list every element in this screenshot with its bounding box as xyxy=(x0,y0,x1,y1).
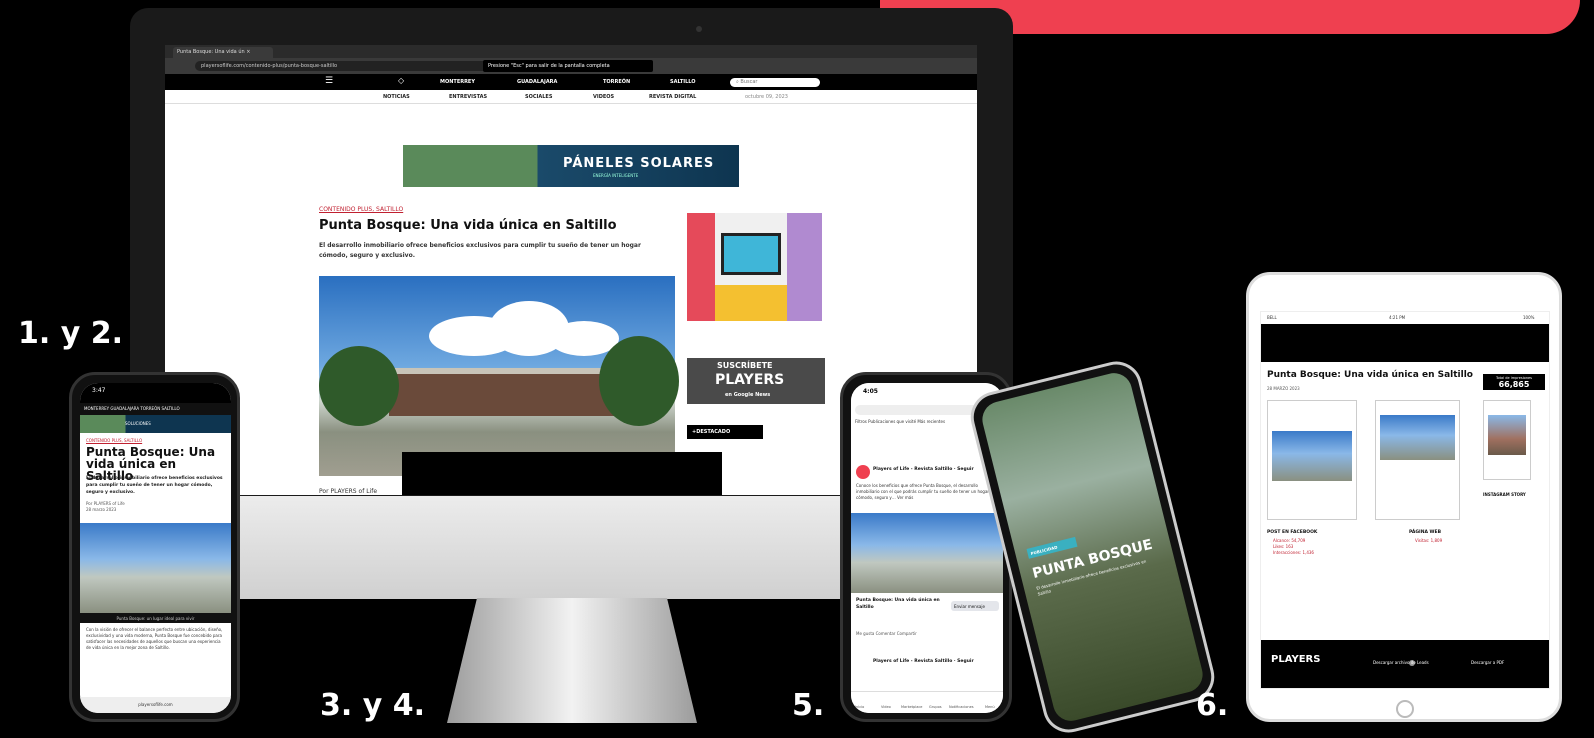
download-pdf-button[interactable]: Descargar a PDF xyxy=(1471,660,1504,665)
article-dek: El desarrollo inmobiliario ofrece benefi… xyxy=(319,242,641,259)
phone-ad[interactable]: SOLUCIONES xyxy=(80,415,231,433)
browser-tab[interactable]: Punta Bosque: Una vida ún × xyxy=(173,47,273,58)
web-page-card[interactable] xyxy=(1375,400,1460,520)
subnav-revista-digital[interactable]: REVISTA DIGITAL xyxy=(649,94,696,100)
fb-link-title[interactable]: Punta Bosque: Una vida única en Saltillo xyxy=(856,597,946,611)
side-ad-magazine[interactable] xyxy=(687,213,822,321)
search-input[interactable]: ⌕ Buscar xyxy=(730,78,820,87)
fb-page-name[interactable]: Players of Life - Revista Saltillo · Seg… xyxy=(873,467,974,472)
phone-dek: El desarrollo inmobiliario ofrece benefi… xyxy=(86,476,223,495)
tab-menu[interactable]: Menú xyxy=(985,705,995,709)
ig-label: INSTAGRAM STORY xyxy=(1483,492,1526,497)
subnav-videos[interactable]: VIDEOS xyxy=(593,94,614,100)
tab-video[interactable]: Video xyxy=(881,705,891,709)
subscribe-ad[interactable]: SUSCRÍBETE PLAYERS en Google News xyxy=(687,358,825,404)
phone-web-screen: 3:47 MONTERREY GUADALAJARA TORREÓN SALTI… xyxy=(80,383,231,713)
header-date: octubre 09, 2023 xyxy=(745,94,788,100)
tab-inicio[interactable]: Inicio xyxy=(855,705,864,709)
overlay-block xyxy=(402,452,722,495)
fb-stats-title: POST EN FACEBOOK xyxy=(1267,530,1318,535)
article-headline: Punta Bosque: Una vida única en Saltillo xyxy=(319,218,617,233)
fb-stats-list: Alcance: 54,709 Likes: 163 Interacciones… xyxy=(1273,538,1314,555)
phone-story-screen: PUBLICIDAD PUNTA BOSQUE El desarrollo in… xyxy=(978,369,1207,725)
tablet-screen: BELL 4:21 PM 100% Punta Bosque: Una vida… xyxy=(1260,311,1550,689)
tablet-report: BELL 4:21 PM 100% Punta Bosque: Una vida… xyxy=(1246,272,1562,722)
report-footer: PLAYERS Descargar archivo de Leads Desca… xyxy=(1261,640,1549,688)
subscribe-ad-line1: SUSCRÍBETE xyxy=(717,361,773,370)
browser-tabbar: Punta Bosque: Una vida ún × xyxy=(165,45,977,58)
fullscreen-hint: Presione "Esc" para salir de la pantalla… xyxy=(483,60,653,72)
tab-grupos[interactable]: Grupos xyxy=(929,705,942,709)
ad-subtitle: ENERGÍA INTELIGENTE xyxy=(593,173,639,178)
subscribe-ad-line2: PLAYERS xyxy=(715,372,785,388)
nav-saltillo[interactable]: SALTILLO xyxy=(670,79,696,85)
send-message-button[interactable]: Enviar mensaje xyxy=(951,601,999,611)
phone-body: Con la visión de ofrecer el balance perf… xyxy=(86,627,223,650)
site-nav: ☰ ◇ MONTERREY GUADALAJARA TORREÓN SALTIL… xyxy=(165,74,977,90)
tablet-status-bar: BELL 4:21 PM 100% xyxy=(1267,315,1535,320)
nav-monterrey[interactable]: MONTERREY xyxy=(440,79,475,85)
subnav-noticias[interactable]: NOTICIAS xyxy=(383,94,410,100)
tablet-header-bar xyxy=(1261,324,1549,362)
phone-url[interactable]: playersoflife.com xyxy=(80,697,231,713)
report-date: 28 MARZO 2023 xyxy=(1267,386,1300,391)
nav-torreon[interactable]: TORREÓN xyxy=(603,79,630,85)
step-label-2: 3. y 4. xyxy=(320,688,425,723)
report-title: Punta Bosque: Una vida única en Saltillo xyxy=(1267,370,1473,380)
fb-post-card[interactable] xyxy=(1267,400,1357,520)
web-stats-title: PÁGINA WEB xyxy=(1409,530,1442,535)
subnav-entrevistas[interactable]: ENTREVISTAS xyxy=(449,94,487,100)
phone-byline: Por PLAYERS of Life 28 marzo 2023 xyxy=(86,501,125,512)
monitor-stand xyxy=(447,598,697,723)
tab-notificaciones[interactable]: Notificaciones xyxy=(949,705,974,709)
step-label-3: 5. xyxy=(792,688,825,723)
phone-web: 3:47 MONTERREY GUADALAJARA TORREÓN SALTI… xyxy=(69,372,240,722)
solar-panel-ad[interactable]: PÁNELES SOLARES ENERGÍA INTELIGENTE xyxy=(403,145,739,187)
web-stats-list: Visitas: 1,809 xyxy=(1415,538,1443,543)
step-label-4: 6. xyxy=(1196,688,1229,723)
total-impressions: Total de impresiones 66,865 xyxy=(1483,374,1545,390)
phone-hero-image xyxy=(80,523,231,613)
menu-icon[interactable]: ☰ xyxy=(325,76,333,86)
fb-post-text: Conoce los beneficios que ofrece Punta B… xyxy=(856,483,990,500)
phone-nav[interactable]: MONTERREY GUADALAJARA TORREÓN SALTILLO xyxy=(80,403,231,415)
step-label-1: 1. y 2. xyxy=(18,316,123,351)
ig-story-card[interactable] xyxy=(1483,400,1531,480)
fb-post-image[interactable] xyxy=(851,513,1003,593)
tab-marketplace[interactable]: Marketplace xyxy=(901,705,922,709)
fb-reactions-bar[interactable]: Me gusta Comentar Compartir xyxy=(856,631,917,636)
article-hero-image xyxy=(319,276,679,476)
destacado-label: +DESTACADO xyxy=(687,425,763,439)
subscribe-ad-line3: en Google News xyxy=(725,392,771,398)
ad-title: PÁNELES SOLARES xyxy=(563,156,715,171)
nav-guadalajara[interactable]: GUADALAJARA xyxy=(517,79,557,85)
story-tag: PUBLICIDAD xyxy=(1026,536,1078,559)
phone-caption: Punta Bosque: un lugar ideal para vivir xyxy=(80,613,231,623)
diamond-logo-icon[interactable]: ◇ xyxy=(398,76,404,85)
phone-kicker[interactable]: CONTENIDO PLUS, SALTILLO xyxy=(86,438,142,443)
fb-page-name-2[interactable]: Players of Life - Revista Saltillo · Seg… xyxy=(873,659,974,664)
sub-nav: NOTICIAS ENTREVISTAS SOCIALES VIDEOS REV… xyxy=(165,90,977,104)
subnav-sociales[interactable]: SOCIALES xyxy=(525,94,552,100)
article-byline[interactable]: Por PLAYERS of Life xyxy=(319,488,377,495)
camera-icon xyxy=(696,26,702,32)
download-leads-button[interactable]: Descargar archivo de Leads xyxy=(1373,660,1429,665)
players-logo: PLAYERS xyxy=(1271,654,1321,665)
phone-status-bar: 3:47 xyxy=(80,383,231,403)
tablet-home-button[interactable] xyxy=(1396,700,1414,718)
fb-filter-chips[interactable]: Filtros Publicaciones que visité Más rec… xyxy=(855,419,945,424)
page-avatar[interactable] xyxy=(856,465,870,479)
article-kicker[interactable]: CONTENIDO PLUS, SALTILLO xyxy=(319,206,403,213)
fb-bottom-tabs: Inicio Video Marketplace Grupos Notifica… xyxy=(851,691,1003,713)
